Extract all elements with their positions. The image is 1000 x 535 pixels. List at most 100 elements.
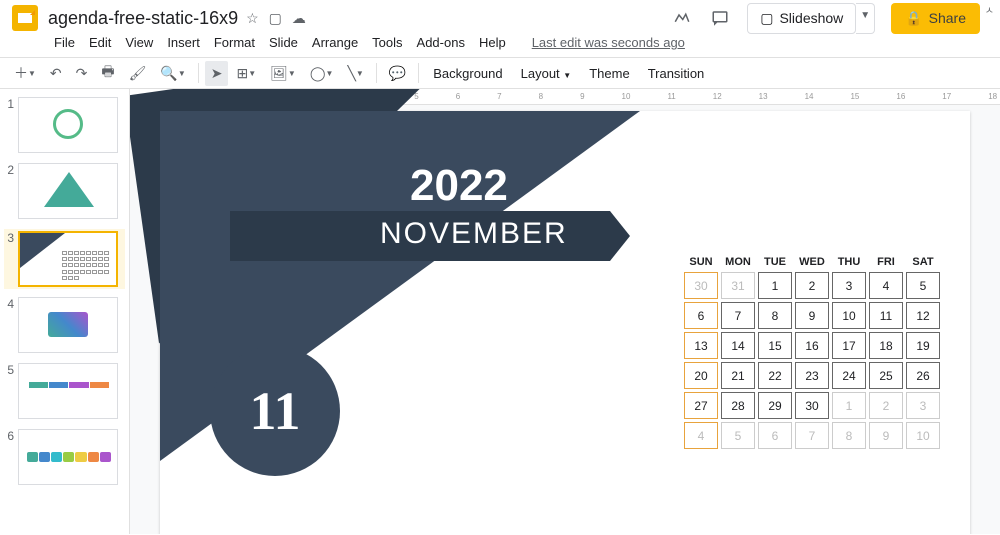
cal-cell[interactable]: 25 <box>869 362 903 389</box>
cal-cell[interactable]: 30 <box>795 392 829 419</box>
print-button[interactable]: 🖶 <box>95 57 120 89</box>
thumb-number: 4 <box>4 297 18 353</box>
slideshow-dropdown[interactable]: ▼ <box>856 3 875 34</box>
paint-format-button[interactable]: 🖌 <box>123 61 153 86</box>
cal-cell[interactable]: 30 <box>684 272 718 299</box>
cal-cell[interactable]: 2 <box>795 272 829 299</box>
thumb-number: 2 <box>4 163 18 219</box>
slide-canvas[interactable]: 2022 NOVEMBER 11 SUNMONTUEWEDTHUFRISAT 3… <box>160 111 970 534</box>
activity-icon[interactable] <box>671 7 693 29</box>
redo-button[interactable]: ↷ <box>70 61 94 86</box>
comments-icon[interactable] <box>709 7 731 29</box>
menu-edit[interactable]: Edit <box>83 32 117 53</box>
undo-button[interactable]: ↶ <box>44 61 68 86</box>
layout-button[interactable]: Layout ▼ <box>513 62 580 85</box>
menu-file[interactable]: File <box>48 32 81 53</box>
menu-format[interactable]: Format <box>208 32 261 53</box>
cal-cell[interactable]: 24 <box>832 362 866 389</box>
slides-logo[interactable] <box>12 5 38 31</box>
thumb-number: 1 <box>4 97 18 153</box>
cal-cell[interactable]: 23 <box>795 362 829 389</box>
cal-cell[interactable]: 3 <box>906 392 940 419</box>
cal-cell[interactable]: 16 <box>795 332 829 359</box>
line-tool[interactable]: ╲▼ <box>341 61 369 86</box>
transition-button[interactable]: Transition <box>640 62 713 85</box>
cal-cell[interactable]: 26 <box>906 362 940 389</box>
calendar-table[interactable]: SUNMONTUEWEDTHUFRISAT 303112345678910111… <box>684 256 940 452</box>
menu-slide[interactable]: Slide <box>263 32 304 53</box>
cal-day-header: FRI <box>869 256 903 268</box>
cal-cell[interactable]: 7 <box>721 302 755 329</box>
menu-view[interactable]: View <box>119 32 159 53</box>
cal-cell[interactable]: 6 <box>758 422 792 449</box>
cal-cell[interactable]: 21 <box>721 362 755 389</box>
cal-cell[interactable]: 31 <box>721 272 755 299</box>
cal-cell[interactable]: 27 <box>684 392 718 419</box>
cal-cell[interactable]: 14 <box>721 332 755 359</box>
cal-cell[interactable]: 1 <box>758 272 792 299</box>
thumb-slide-3[interactable] <box>18 231 118 287</box>
textbox-tool[interactable]: ⊞▼ <box>230 61 262 86</box>
cal-cell[interactable]: 5 <box>906 272 940 299</box>
menu-tools[interactable]: Tools <box>366 32 408 53</box>
cal-cell[interactable]: 8 <box>832 422 866 449</box>
thumb-slide-4[interactable] <box>18 297 118 353</box>
thumb-slide-1[interactable] <box>18 97 118 153</box>
thumb-slide-5[interactable] <box>18 363 118 419</box>
cloud-icon[interactable]: ☁ <box>292 10 306 27</box>
thumb-slide-2[interactable] <box>18 163 118 219</box>
cal-cell[interactable]: 15 <box>758 332 792 359</box>
cal-day-header: MON <box>721 256 755 268</box>
cal-cell[interactable]: 10 <box>906 422 940 449</box>
cal-cell[interactable]: 9 <box>869 422 903 449</box>
move-icon[interactable]: ▢ <box>269 10 282 27</box>
menu-help[interactable]: Help <box>473 32 512 53</box>
lock-icon: 🔒 <box>905 10 922 27</box>
share-button[interactable]: 🔒Share <box>891 3 980 34</box>
cal-cell[interactable]: 2 <box>869 392 903 419</box>
cal-cell[interactable]: 29 <box>758 392 792 419</box>
collapse-toolbar-icon[interactable]: ㅅ <box>985 2 994 17</box>
month-number-circle[interactable]: 11 <box>210 346 340 476</box>
cal-cell[interactable]: 4 <box>684 422 718 449</box>
image-tool[interactable]: 🖼▼ <box>264 61 302 86</box>
shape-tool[interactable]: ◯▼ <box>304 61 340 86</box>
cal-cell[interactable]: 8 <box>758 302 792 329</box>
cal-cell[interactable]: 9 <box>795 302 829 329</box>
thumb-number: 6 <box>4 429 18 485</box>
background-button[interactable]: Background <box>425 62 510 85</box>
year-text[interactable]: 2022 <box>410 161 508 211</box>
cal-cell[interactable]: 6 <box>684 302 718 329</box>
cal-cell[interactable]: 4 <box>869 272 903 299</box>
slideshow-button[interactable]: ▢Slideshow <box>747 3 856 34</box>
star-icon[interactable]: ☆ <box>246 10 259 27</box>
thumb-slide-6[interactable] <box>18 429 118 485</box>
month-text[interactable]: NOVEMBER <box>380 217 568 251</box>
zoom-button[interactable]: 🔍▼ <box>154 61 191 86</box>
menu-add-ons[interactable]: Add-ons <box>411 32 471 53</box>
cal-cell[interactable]: 3 <box>832 272 866 299</box>
cal-cell[interactable]: 22 <box>758 362 792 389</box>
cal-cell[interactable]: 20 <box>684 362 718 389</box>
cal-cell[interactable]: 28 <box>721 392 755 419</box>
cal-day-header: TUE <box>758 256 792 268</box>
cal-cell[interactable]: 5 <box>721 422 755 449</box>
cal-cell[interactable]: 19 <box>906 332 940 359</box>
cal-cell[interactable]: 1 <box>832 392 866 419</box>
cal-cell[interactable]: 12 <box>906 302 940 329</box>
select-tool[interactable]: ➤ <box>205 61 229 86</box>
doc-title[interactable]: agenda-free-static-16x9 <box>48 8 238 29</box>
cal-cell[interactable]: 10 <box>832 302 866 329</box>
cal-cell[interactable]: 11 <box>869 302 903 329</box>
theme-button[interactable]: Theme <box>581 62 637 85</box>
menu-arrange[interactable]: Arrange <box>306 32 364 53</box>
cal-day-header: SUN <box>684 256 718 268</box>
cal-cell[interactable]: 18 <box>869 332 903 359</box>
new-slide-button[interactable]: ＋▼ <box>8 59 42 87</box>
last-edit-link[interactable]: Last edit was seconds ago <box>526 32 691 53</box>
comment-tool[interactable]: 💬 <box>383 61 412 86</box>
menu-insert[interactable]: Insert <box>161 32 206 53</box>
cal-cell[interactable]: 7 <box>795 422 829 449</box>
cal-cell[interactable]: 17 <box>832 332 866 359</box>
cal-cell[interactable]: 13 <box>684 332 718 359</box>
